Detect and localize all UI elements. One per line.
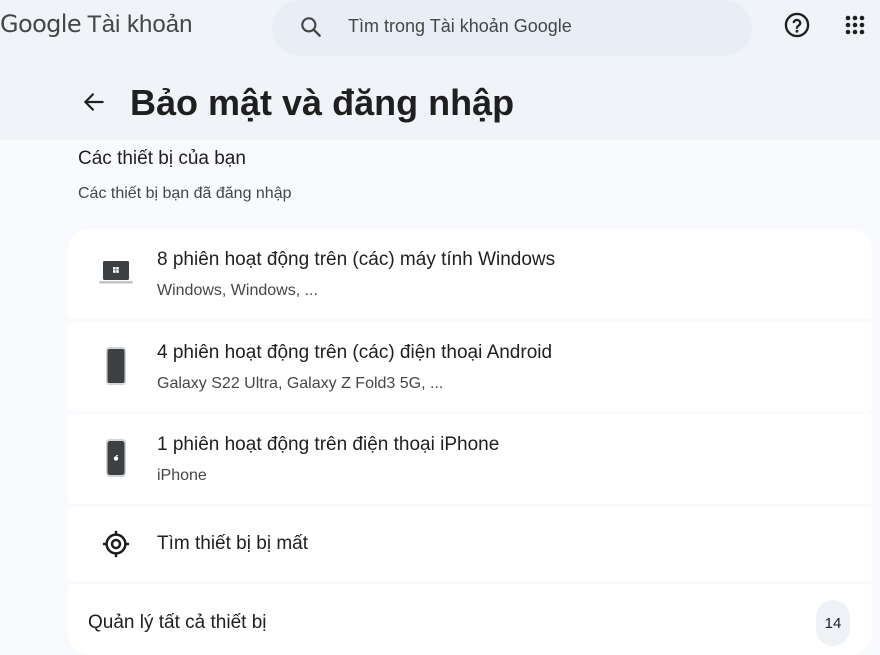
device-count-badge: 14 [816, 600, 850, 646]
search-icon[interactable] [298, 14, 324, 40]
device-row-windows[interactable]: 8 phiên hoạt động trên (các) máy tính Wi… [68, 229, 872, 319]
manage-devices-label: Quản lý tất cả thiết bị [88, 612, 267, 633]
device-row-title: 4 phiên hoạt động trên (các) điện thoại … [157, 342, 553, 363]
laptop-windows-icon [94, 251, 138, 295]
device-row-android[interactable]: 4 phiên hoạt động trên (các) điện thoại … [68, 322, 872, 411]
help-button[interactable] [782, 10, 812, 40]
brand-product: Tài khoản [87, 11, 193, 38]
google-account-logo[interactable]: Google Tài khoản [0, 10, 192, 42]
page-title: Bảo mật và đăng nhập [130, 82, 515, 123]
iphone-icon [94, 436, 138, 480]
section-title: Các thiết bị của bạn [78, 148, 246, 169]
find-device-label: Tìm thiết bị bị mất [157, 533, 308, 554]
android-phone-icon [94, 344, 138, 388]
arrow-back-icon [84, 93, 104, 111]
top-bar: Google Tài khoản [0, 0, 880, 56]
brand-google: Google [0, 10, 82, 38]
device-row-subtitle: Windows, Windows, ... [157, 282, 318, 299]
apps-grid-icon [845, 15, 865, 35]
section-subtitle: Các thiết bị bạn đã đăng nhập [78, 185, 292, 202]
search-input[interactable] [348, 10, 728, 42]
location-target-icon [94, 522, 138, 566]
device-row-iphone[interactable]: 1 phiên hoạt động trên điện thoại iPhone… [68, 414, 872, 504]
manage-all-devices-row[interactable]: Quản lý tất cả thiết bị 14 [68, 584, 872, 655]
device-row-subtitle: Galaxy S22 Ultra, Galaxy Z Fold3 5G, ... [157, 375, 444, 392]
back-button[interactable] [80, 88, 108, 116]
help-icon [784, 12, 810, 38]
device-row-subtitle: iPhone [157, 467, 207, 484]
find-lost-device-row[interactable]: Tìm thiết bị bị mất [68, 507, 872, 581]
apps-button[interactable] [840, 10, 870, 40]
device-row-title: 8 phiên hoạt động trên (các) máy tính Wi… [157, 249, 556, 270]
search-bar[interactable] [272, 0, 752, 56]
device-row-title: 1 phiên hoạt động trên điện thoại iPhone [157, 434, 500, 455]
